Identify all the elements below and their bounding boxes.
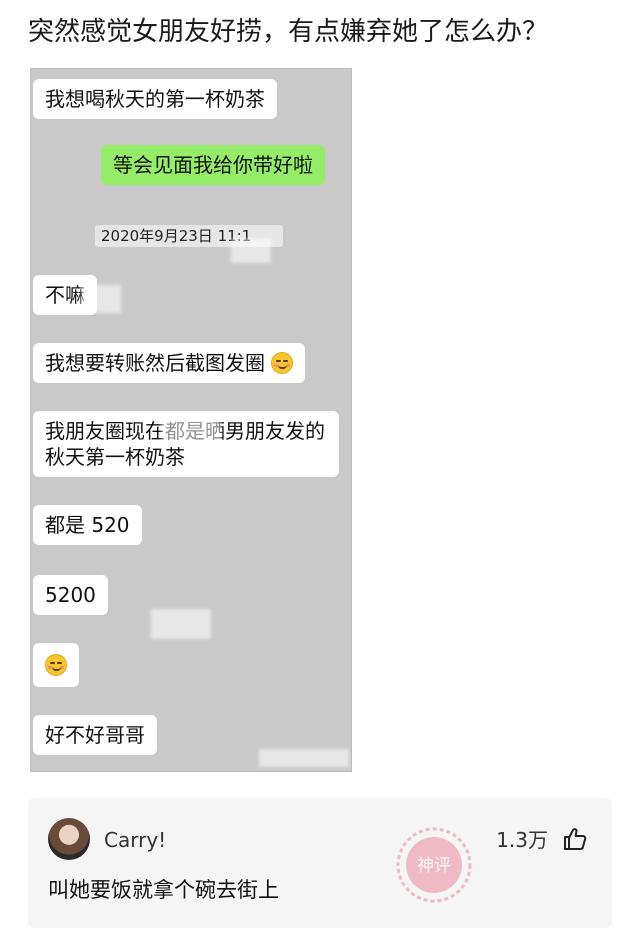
- like-count: 1.3万: [496, 828, 548, 852]
- message-text: 我想喝秋天的第一杯奶茶: [45, 87, 265, 111]
- top-comment-card: Carry! 神评 1.3万 叫她要饭就拿个碗去街上: [28, 798, 612, 928]
- avatar[interactable]: [48, 818, 90, 860]
- chat-screenshot: 我想喝秋天的第一杯奶茶 等会见面我给你带好啦 2020年9月23日 11:1 不…: [30, 68, 352, 772]
- message-text: 不嘛: [45, 283, 85, 307]
- badge-text: 神评: [417, 856, 451, 876]
- chat-message: 我想要转账然后截图发圈: [33, 343, 306, 383]
- mosaic-blur: [161, 417, 221, 441]
- mosaic-blur: [151, 609, 211, 639]
- comment-username[interactable]: Carry!: [104, 827, 166, 853]
- message-text: 等会见面我给你带好啦: [113, 153, 313, 177]
- message-text: 都是 520: [45, 513, 130, 537]
- chat-message: 都是 520: [33, 505, 142, 545]
- mosaic-blur: [81, 285, 121, 313]
- chat-message: 我想喝秋天的第一杯奶茶: [33, 79, 277, 119]
- thumbs-up-icon[interactable]: [562, 826, 588, 852]
- message-text: 好不好哥哥: [45, 723, 145, 747]
- chat-message: 好不好哥哥: [33, 715, 157, 755]
- blushing-smile-icon: [45, 654, 67, 676]
- featured-comment-badge: 神评: [396, 827, 472, 903]
- message-text: 我想要转账然后截图发圈: [45, 351, 265, 375]
- post-title: 突然感觉女朋友好捞，有点嫌弃她了怎么办？: [28, 17, 549, 47]
- chat-message: 5200: [33, 575, 108, 615]
- mosaic-blur: [259, 749, 349, 767]
- chat-message: [33, 643, 79, 687]
- chat-message-sent: 等会见面我给你带好啦: [101, 145, 325, 185]
- blushing-smile-icon: [271, 352, 294, 374]
- message-text: 5200: [45, 583, 96, 607]
- comment-text: 叫她要饭就拿个碗去街上: [48, 878, 279, 902]
- mosaic-blur: [231, 239, 271, 263]
